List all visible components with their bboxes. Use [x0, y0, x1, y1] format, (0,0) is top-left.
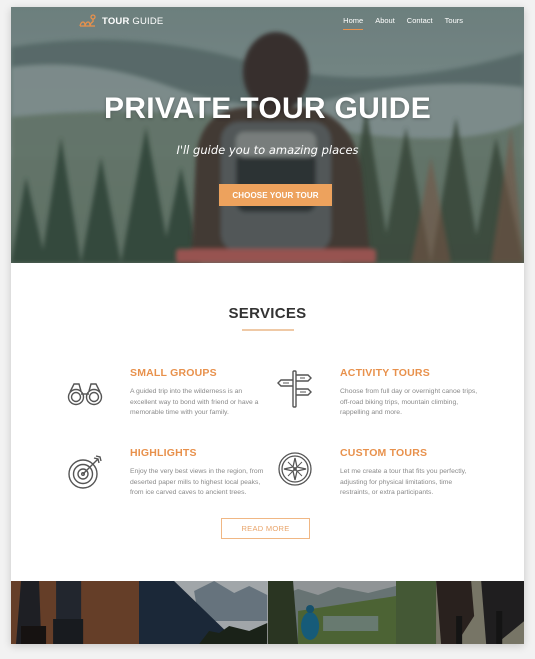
service-description: Choose from full day or overnight canoe … — [340, 388, 478, 416]
logo-text-light: GUIDE — [129, 15, 164, 27]
nav-item-home[interactable]: Home — [343, 16, 364, 30]
services-heading: SERVICES — [228, 305, 307, 322]
hero-overlay — [11, 7, 524, 263]
nav-menu: Home About Contact Tours — [343, 16, 463, 30]
service-title: ACTIVITY TOURS — [340, 367, 430, 379]
top-navigation: TOUR GUIDE Home About Contact Tours — [11, 7, 524, 37]
compass-icon — [278, 452, 312, 486]
service-description: Enjoy the very best views in the region,… — [130, 468, 264, 496]
mountain-range-image — [139, 581, 268, 644]
services-heading-underline — [242, 329, 294, 331]
logo-text-bold: TOUR — [102, 15, 130, 27]
service-title: CUSTOM TOURS — [340, 447, 428, 459]
target-icon — [68, 455, 102, 489]
mountain-bikers-photo[interactable] — [395, 581, 524, 644]
photo-gallery-strip — [11, 581, 524, 644]
service-description: Let me create a tour that fits you perfe… — [340, 468, 467, 496]
page-container: TOUR GUIDE Home About Contact Tours PRIV… — [11, 7, 524, 644]
binoculars-icon — [67, 383, 103, 406]
hero-section: TOUR GUIDE Home About Contact Tours PRIV… — [11, 7, 524, 263]
hero-subtitle: I'll guide you to amazing places — [176, 143, 359, 157]
hiking-boots-photo[interactable] — [11, 581, 140, 644]
service-description: A guided trip into the wilderness is an … — [130, 388, 259, 416]
service-title: SMALL GROUPS — [130, 367, 217, 379]
nav-item-contact[interactable]: Contact — [407, 16, 433, 28]
choose-your-tour-button[interactable]: CHOOSE YOUR TOUR — [219, 184, 332, 206]
signpost-icon — [277, 370, 312, 408]
map-route-icon — [79, 14, 96, 27]
logo-text: TOUR GUIDE — [102, 16, 163, 27]
hiker-lake-photo[interactable] — [267, 581, 396, 644]
hiker-lake-image — [267, 581, 396, 644]
nav-item-about[interactable]: About — [375, 16, 395, 28]
mountain-bikers-image — [395, 581, 524, 644]
read-more-button[interactable]: READ MORE — [221, 518, 310, 539]
hiking-boots-image — [11, 581, 140, 644]
mountain-range-photo[interactable] — [139, 581, 268, 644]
nav-item-tours[interactable]: Tours — [445, 16, 463, 28]
hero-title: PRIVATE TOUR GUIDE — [103, 92, 432, 125]
site-logo[interactable]: TOUR GUIDE — [79, 14, 163, 28]
service-title: HIGHLIGHTS — [130, 447, 197, 459]
